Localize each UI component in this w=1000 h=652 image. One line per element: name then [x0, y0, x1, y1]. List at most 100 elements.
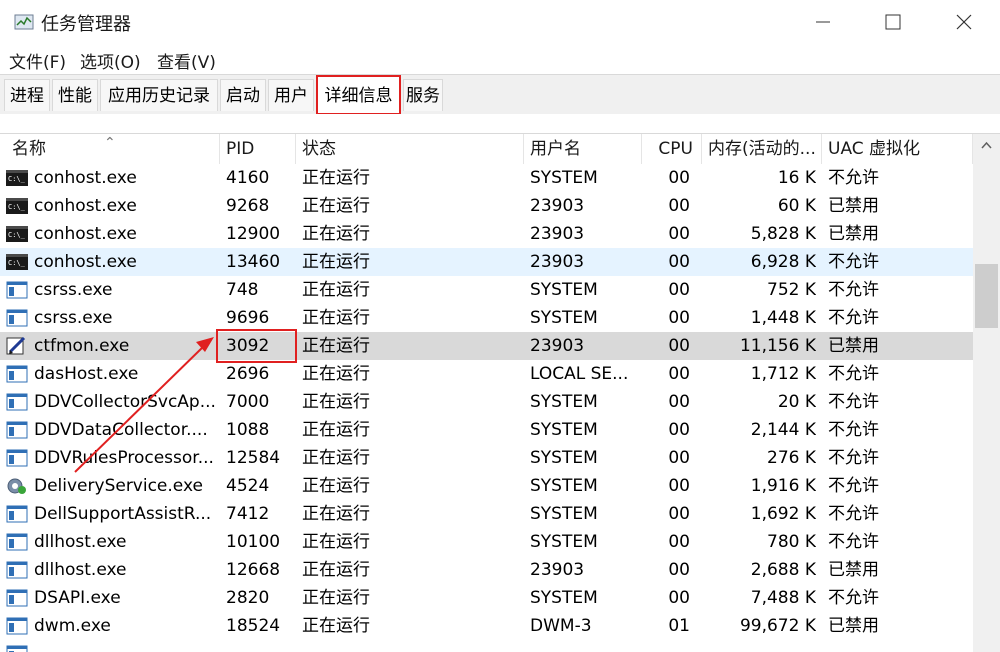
- table-row[interactable]: dllhost.exe 10100 正在运行 SYSTEM 00 780 K 不允许: [0, 528, 973, 556]
- column-header-pid[interactable]: PID: [220, 134, 296, 164]
- cell-mem: 7,488 K: [750, 588, 816, 608]
- cell-name: conhost.exe: [34, 168, 137, 188]
- cell-mem: 6,928 K: [750, 252, 816, 272]
- cell-user: SYSTEM: [530, 504, 598, 524]
- cell-pid: 2820: [226, 588, 270, 608]
- table-row[interactable]: C:\_ conhost.exe 9268 正在运行 23903 00 60 K 已禁用: [0, 192, 973, 220]
- cell-pid: 9268: [226, 196, 270, 216]
- table-row[interactable]: dllhost.exe 12668 正在运行 23903 00 2,688 K 已禁用: [0, 556, 973, 584]
- pid-highlight-box: [216, 329, 297, 363]
- table-row[interactable]: C:\_ conhost.exe 4160 正在运行 SYSTEM 00 16 K 不允许: [0, 164, 973, 192]
- cell-name: csrss.exe: [34, 308, 113, 328]
- table-row[interactable]: [0, 640, 973, 652]
- title-bar: 任务管理器: [0, 0, 1000, 44]
- table-row[interactable]: dasHost.exe 2696 正在运行 LOCAL SE... 00 1,712 K 不…: [0, 360, 973, 388]
- cell-pid: 12900: [226, 224, 281, 244]
- cell-mem: 16 K: [777, 168, 816, 188]
- column-header-memory[interactable]: 内存(活动的...: [702, 134, 822, 164]
- table-row[interactable]: csrss.exe 9696 正在运行 SYSTEM 00 1,448 K 不允许: [0, 304, 973, 332]
- cell-name: DDVDataCollector....: [34, 420, 208, 440]
- cell-user: 23903: [530, 252, 585, 272]
- cell-uac: 不允许: [828, 448, 879, 468]
- cell-status: 正在运行: [302, 448, 370, 468]
- scroll-up-button[interactable]: [973, 134, 1000, 158]
- table-row[interactable]: DeliveryService.exe 4524 正在运行 SYSTEM 00 1,916…: [0, 472, 973, 500]
- cell-name: dllhost.exe: [34, 560, 127, 580]
- cell-user: SYSTEM: [530, 420, 598, 440]
- tab-startup[interactable]: 启动: [220, 79, 266, 111]
- cell-cpu: 00: [668, 420, 690, 440]
- cell-cpu: 00: [668, 588, 690, 608]
- maximize-button[interactable]: [870, 0, 916, 44]
- cell-uac: 已禁用: [828, 224, 879, 244]
- close-button[interactable]: [941, 0, 987, 44]
- table-row[interactable]: DDVRulesProcessor... 12584 正在运行 SYSTEM 00 276…: [0, 444, 973, 472]
- cell-user: SYSTEM: [530, 532, 598, 552]
- table-row[interactable]: C:\_ conhost.exe 13460 正在运行 23903 00 6,928 K 不允…: [0, 248, 973, 276]
- cell-mem: 780 K: [767, 532, 816, 552]
- tab-users[interactable]: 用户: [268, 79, 314, 111]
- cell-status: 正在运行: [302, 280, 370, 300]
- task-manager-icon: [14, 14, 34, 30]
- tab-details[interactable]: 详细信息: [316, 75, 401, 115]
- cell-status: 正在运行: [302, 168, 370, 188]
- cell-pid: 4160: [226, 168, 270, 188]
- cell-mem: 1,916 K: [750, 476, 816, 496]
- table-row[interactable]: dwm.exe 18524 正在运行 DWM-3 01 99,672 K 已禁用: [0, 612, 973, 640]
- cell-cpu: 00: [668, 392, 690, 412]
- chevron-up-icon: [981, 141, 992, 149]
- minimize-button[interactable]: [800, 0, 846, 44]
- tab-services[interactable]: 服务: [403, 79, 443, 111]
- table-row[interactable]: DDVDataCollector.... 1088 正在运行 SYSTEM 00 2,14…: [0, 416, 973, 444]
- cell-user: SYSTEM: [530, 588, 598, 608]
- cell-name: dllhost.exe: [34, 532, 127, 552]
- cell-mem: 1,692 K: [750, 504, 816, 524]
- cell-name: DSAPI.exe: [34, 588, 121, 608]
- cell-uac: 不允许: [828, 532, 879, 552]
- cell-mem: 1,448 K: [750, 308, 816, 328]
- cell-status: 正在运行: [302, 560, 370, 580]
- menu-file[interactable]: 文件(F): [9, 48, 66, 73]
- cell-name: dwm.exe: [34, 616, 111, 636]
- menu-view[interactable]: 查看(V): [157, 48, 216, 73]
- scroll-thumb[interactable]: [975, 264, 998, 328]
- tab-processes[interactable]: 进程: [4, 79, 50, 111]
- svg-text:C:\_: C:\_: [8, 203, 26, 211]
- table-row[interactable]: DDVCollectorSvcAp... 7000 正在运行 SYSTEM 00 20 K…: [0, 388, 973, 416]
- table-row[interactable]: DSAPI.exe 2820 正在运行 SYSTEM 00 7,488 K 不允许: [0, 584, 973, 612]
- cell-name: conhost.exe: [34, 196, 137, 216]
- cell-cpu: 00: [668, 224, 690, 244]
- tab-app-history[interactable]: 应用历史记录: [100, 79, 218, 111]
- table-row[interactable]: csrss.exe 748 正在运行 SYSTEM 00 752 K 不允许: [0, 276, 973, 304]
- tab-performance[interactable]: 性能: [52, 79, 98, 111]
- svg-text:C:\_: C:\_: [8, 175, 26, 183]
- column-header-uac[interactable]: UAC 虚拟化: [822, 134, 973, 164]
- menu-options[interactable]: 选项(O): [80, 48, 141, 73]
- cell-user: SYSTEM: [530, 448, 598, 468]
- cell-mem: 60 K: [777, 196, 816, 216]
- cell-status: 正在运行: [302, 420, 370, 440]
- close-icon: [956, 14, 972, 30]
- cell-uac: 不允许: [828, 280, 879, 300]
- cell-status: 正在运行: [302, 364, 370, 384]
- table-row[interactable]: C:\_ conhost.exe 12900 正在运行 23903 00 5,828 K 已禁…: [0, 220, 973, 248]
- cell-user: DWM-3: [530, 616, 592, 636]
- cell-status: 正在运行: [302, 392, 370, 412]
- cell-status: 正在运行: [302, 336, 370, 356]
- column-header-status[interactable]: 状态: [296, 134, 524, 164]
- column-header-username[interactable]: 用户名: [524, 134, 642, 164]
- cell-pid: 18524: [226, 616, 281, 636]
- table-row[interactable]: ctfmon.exe 3092 正在运行 23903 00 11,156 K 已禁用: [0, 332, 973, 360]
- cell-user: SYSTEM: [530, 308, 598, 328]
- cell-uac: 不允许: [828, 392, 879, 412]
- cell-name: ctfmon.exe: [34, 336, 130, 356]
- table-row[interactable]: DellSupportAssistR... 7412 正在运行 SYSTEM 00 1,6…: [0, 500, 973, 528]
- cell-cpu: 00: [668, 364, 690, 384]
- column-header-cpu[interactable]: CPU: [642, 134, 702, 164]
- cell-status: 正在运行: [302, 616, 370, 636]
- vertical-scrollbar[interactable]: [973, 134, 1000, 652]
- cell-cpu: [642, 640, 690, 652]
- cell-user: SYSTEM: [530, 168, 598, 188]
- cell-pid: [226, 640, 296, 652]
- column-header-name[interactable]: 名称 ⌃: [0, 134, 220, 164]
